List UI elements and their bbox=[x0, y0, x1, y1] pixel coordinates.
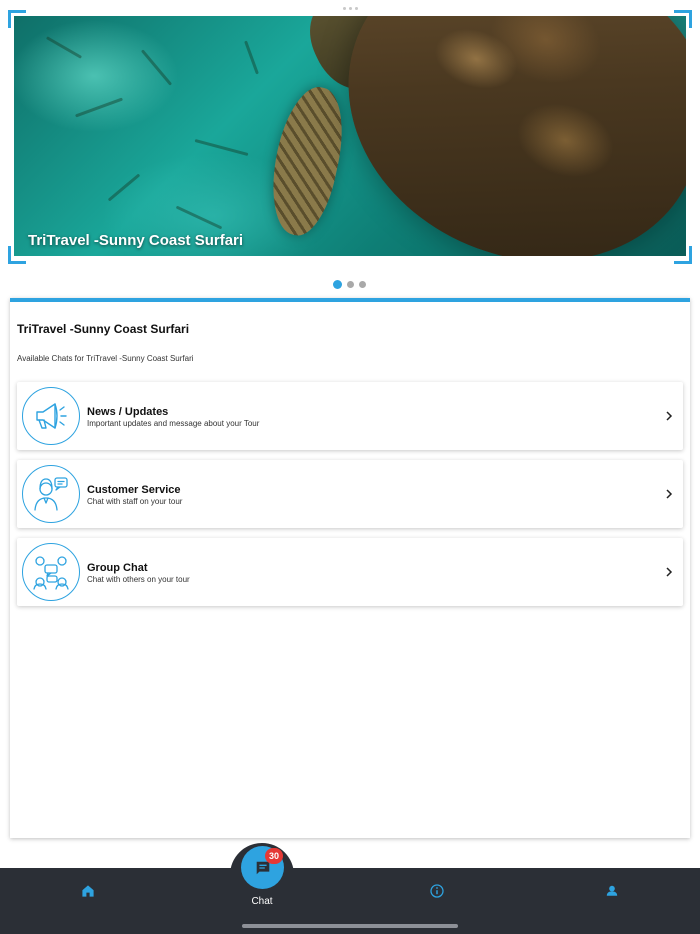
pager-dot-2[interactable] bbox=[347, 281, 354, 288]
chat-name: News / Updates bbox=[87, 406, 169, 418]
app-screen: TriTravel -Sunny Coast Surfari TriTravel… bbox=[0, 0, 700, 934]
hero-caption: TriTravel -Sunny Coast Surfari bbox=[28, 232, 244, 249]
chevron-right-icon bbox=[666, 567, 673, 577]
pager-dot-1[interactable] bbox=[333, 280, 342, 289]
chat-name: Customer Service bbox=[87, 484, 181, 496]
unread-badge: 30 bbox=[265, 848, 283, 864]
chat-item-group-chat[interactable]: Group Chat Chat with others on your tour bbox=[17, 538, 683, 606]
card-title: TriTravel -Sunny Coast Surfari bbox=[17, 322, 190, 336]
group-chat-icon bbox=[22, 543, 80, 601]
chat-description: Important updates and message about your… bbox=[87, 419, 260, 428]
chat-name: Group Chat bbox=[87, 562, 148, 574]
megaphone-icon bbox=[22, 387, 80, 445]
chevron-right-icon bbox=[666, 489, 673, 499]
card-subtitle: Available Chats for TriTravel -Sunny Coa… bbox=[17, 354, 194, 363]
frame-corner-bottom-left bbox=[8, 246, 26, 264]
chevron-right-icon bbox=[666, 411, 673, 421]
home-icon[interactable] bbox=[78, 881, 98, 901]
turtle-shell bbox=[306, 16, 686, 256]
chat-tab-label: Chat bbox=[251, 896, 273, 907]
chat-item-news-updates[interactable]: News / Updates Important updates and mes… bbox=[17, 382, 683, 450]
carousel-pager[interactable] bbox=[333, 280, 366, 289]
support-agent-icon bbox=[22, 465, 80, 523]
hero-image-sea-turtle: TriTravel -Sunny Coast Surfari bbox=[14, 16, 686, 256]
frame-corner-top-left bbox=[8, 10, 26, 28]
frame-corner-bottom-right bbox=[674, 246, 692, 264]
pager-dot-3[interactable] bbox=[359, 281, 366, 288]
profile-icon[interactable] bbox=[602, 881, 622, 901]
chat-item-customer-service[interactable]: Customer Service Chat with staff on your… bbox=[17, 460, 683, 528]
chats-card: TriTravel -Sunny Coast Surfari Available… bbox=[10, 298, 690, 838]
chat-description: Chat with others on your tour bbox=[87, 575, 190, 584]
hero-carousel[interactable]: TriTravel -Sunny Coast Surfari bbox=[8, 10, 692, 264]
chat-description: Chat with staff on your tour bbox=[87, 497, 183, 506]
home-indicator bbox=[242, 924, 458, 928]
frame-corner-top-right bbox=[674, 10, 692, 28]
turtle-flipper bbox=[261, 81, 353, 241]
info-icon[interactable] bbox=[427, 881, 447, 901]
